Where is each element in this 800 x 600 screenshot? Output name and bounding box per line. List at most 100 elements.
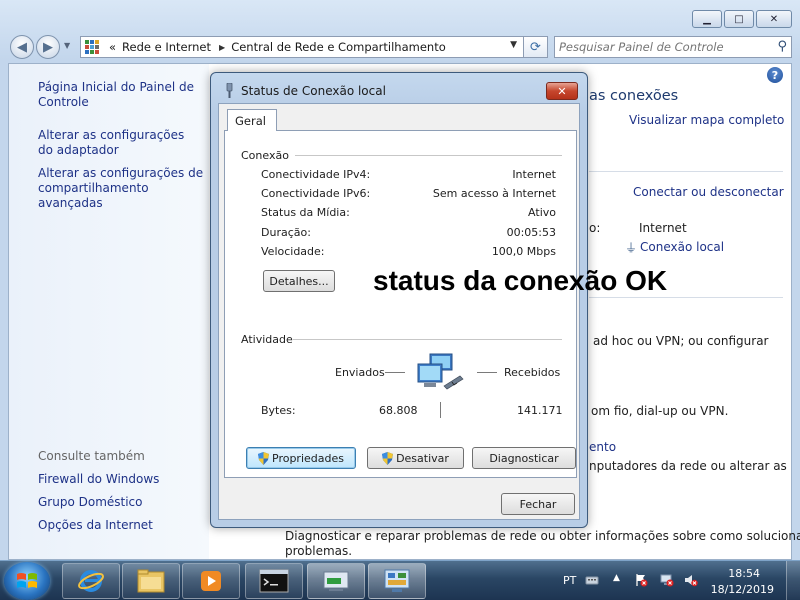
duration-value: 00:05:53 [506,226,556,239]
link-control-panel-home[interactable]: Página Inicial do Painel de Controle [38,80,198,110]
speed-value: 100,0 Mbps [491,245,556,258]
media-player-icon [201,571,221,591]
network-tray-icon[interactable] [660,573,674,587]
refresh-icon: ⟳ [530,39,541,55]
annotation-overlay-text: status da conexão OK [373,265,668,296]
action-center-flag-icon[interactable] [634,573,648,587]
chevron-down-icon[interactable]: ▼ [510,40,517,50]
start-button[interactable] [4,562,50,600]
volume-muted-icon[interactable] [684,573,698,587]
maximize-button[interactable]: □ [724,10,754,28]
recent-pages-dropdown[interactable]: ▼ [64,41,70,50]
search-input[interactable] [559,40,759,54]
bytes-sent-value: 68.808 [379,404,418,417]
link-view-full-map[interactable]: Visualizar mapa completo [629,113,784,127]
received-connector-line [477,372,497,373]
network-cable-icon [226,83,233,98]
search-box[interactable]: ⚲ [554,36,792,58]
dialog-body: Geral Conexão Conectividade IPv4: Intern… [218,103,580,520]
taskbar-internet-explorer[interactable] [62,563,120,599]
tab-general[interactable]: Geral [227,109,277,131]
show-desktop-button[interactable] [786,561,800,600]
troubleshoot-text: Diagnosticar e reparar problemas de rede… [285,529,800,543]
maximize-icon: □ [734,13,744,25]
setup-connection-text: ad hoc ou VPN; ou configurar [593,334,769,348]
language-indicator[interactable]: PT [563,574,576,587]
dialog-close-button[interactable]: ✕ [546,82,578,100]
clock-date[interactable]: 18/12/2019 [711,583,774,596]
link-windows-firewall[interactable]: Firewall do Windows [38,472,159,487]
taskbar-control-panel[interactable] [368,563,426,599]
ipv4-label: Conectividade IPv4: [261,168,371,181]
connect-network-text: om fio, dial-up ou VPN. [591,404,729,418]
forward-button[interactable]: ▶ [36,35,60,59]
control-panel-icon [384,569,410,592]
uac-shield-icon [382,451,394,465]
divider [589,297,783,298]
diagnose-button[interactable]: Diagnosticar [472,447,576,469]
section-heading: as conexões [589,88,679,104]
breadcrumb-overflow[interactable]: « [109,40,116,54]
chevron-right-icon[interactable]: ▶ [219,43,225,52]
ipv6-label: Conectividade IPv6: [261,187,371,200]
folder-icon [137,569,165,593]
speed-label: Velocidade: [261,245,325,258]
breadcrumb-network-sharing-center[interactable]: Central de Rede e Compartilhamento [231,40,446,54]
network-plug-icon: ⏚ [625,241,638,255]
general-tab-panel: Conexão Conectividade IPv4: Internet Con… [224,130,577,478]
details-button[interactable]: Detalhes... [263,270,335,292]
troubleshoot-text-line2: problemas. [285,544,353,558]
properties-button-label: Propriedades [272,451,344,465]
internet-explorer-icon [78,570,104,592]
link-homegroup-sharing[interactable]: ento [589,440,616,454]
group-divider [293,339,562,340]
link-connect-disconnect[interactable]: Conectar ou desconectar [633,185,784,199]
task-pane: Página Inicial do Painel de Controle Alt… [9,64,209,559]
link-internet-options[interactable]: Opções da Internet [38,518,153,533]
close-button[interactable]: Fechar [501,493,575,515]
properties-button[interactable]: Propriedades [246,447,356,469]
navigation-bar: ◀ ▶ ▼ « Rede e Internet ▶ Central de Red… [8,33,792,59]
link-change-adapter-settings[interactable]: Alterar as configurações do adaptador [38,128,198,158]
ipv6-value: Sem acesso à Internet [432,187,556,200]
taskbar-windows-explorer[interactable] [122,563,180,599]
show-hidden-icons-icon[interactable]: ▲ [613,573,627,587]
duration-label: Duração: [261,226,311,239]
bytes-received-value: 141.171 [517,404,563,417]
received-label: Recebidos [504,366,561,379]
network-computers-icon [417,353,464,390]
close-window-button[interactable]: ✕ [756,10,792,28]
clock-time[interactable]: 18:54 [728,567,760,580]
uac-shield-icon [258,451,269,465]
taskbar-command-prompt[interactable] [245,563,303,599]
taskbar: PT ▲ 18:54 18/12/2019 [0,560,800,600]
sent-label: Enviados [335,366,385,379]
taskbar-network-connection[interactable] [307,563,365,599]
breadcrumb-network-internet[interactable]: Rede e Internet [122,40,211,54]
link-advanced-sharing-settings[interactable]: Alterar as configurações de compartilham… [38,166,208,211]
activity-group-label: Atividade [241,333,293,346]
see-also-heading: Consulte também [38,449,145,463]
network-connections-icon [323,571,349,591]
group-divider [295,155,562,156]
help-icon[interactable]: ? [767,67,783,83]
taskbar-media-player[interactable] [182,563,240,599]
command-prompt-icon [259,569,289,593]
connection-group-label: Conexão [241,149,289,162]
minimize-button[interactable]: ▁ [692,10,722,28]
windows-logo-icon [17,573,37,588]
address-bar[interactable]: « Rede e Internet ▶ Central de Rede e Co… [80,36,524,58]
refresh-button[interactable]: ⟳ [524,36,548,58]
keyboard-icon[interactable] [585,573,599,587]
minimize-icon: ▁ [703,13,711,25]
search-icon[interactable]: ⚲ [777,39,787,54]
disable-button[interactable]: Desativar [367,447,464,469]
link-homegroup[interactable]: Grupo Doméstico [38,495,143,510]
homegroup-text: nputadores da rede ou alterar as [589,459,787,473]
close-icon: ✕ [769,13,779,25]
divider [589,171,783,172]
back-button[interactable]: ◀ [10,35,34,59]
link-local-connection[interactable]: Conexão local [640,240,724,254]
dialog-title: Status de Conexão local [241,84,386,98]
bytes-label: Bytes: [261,404,296,417]
